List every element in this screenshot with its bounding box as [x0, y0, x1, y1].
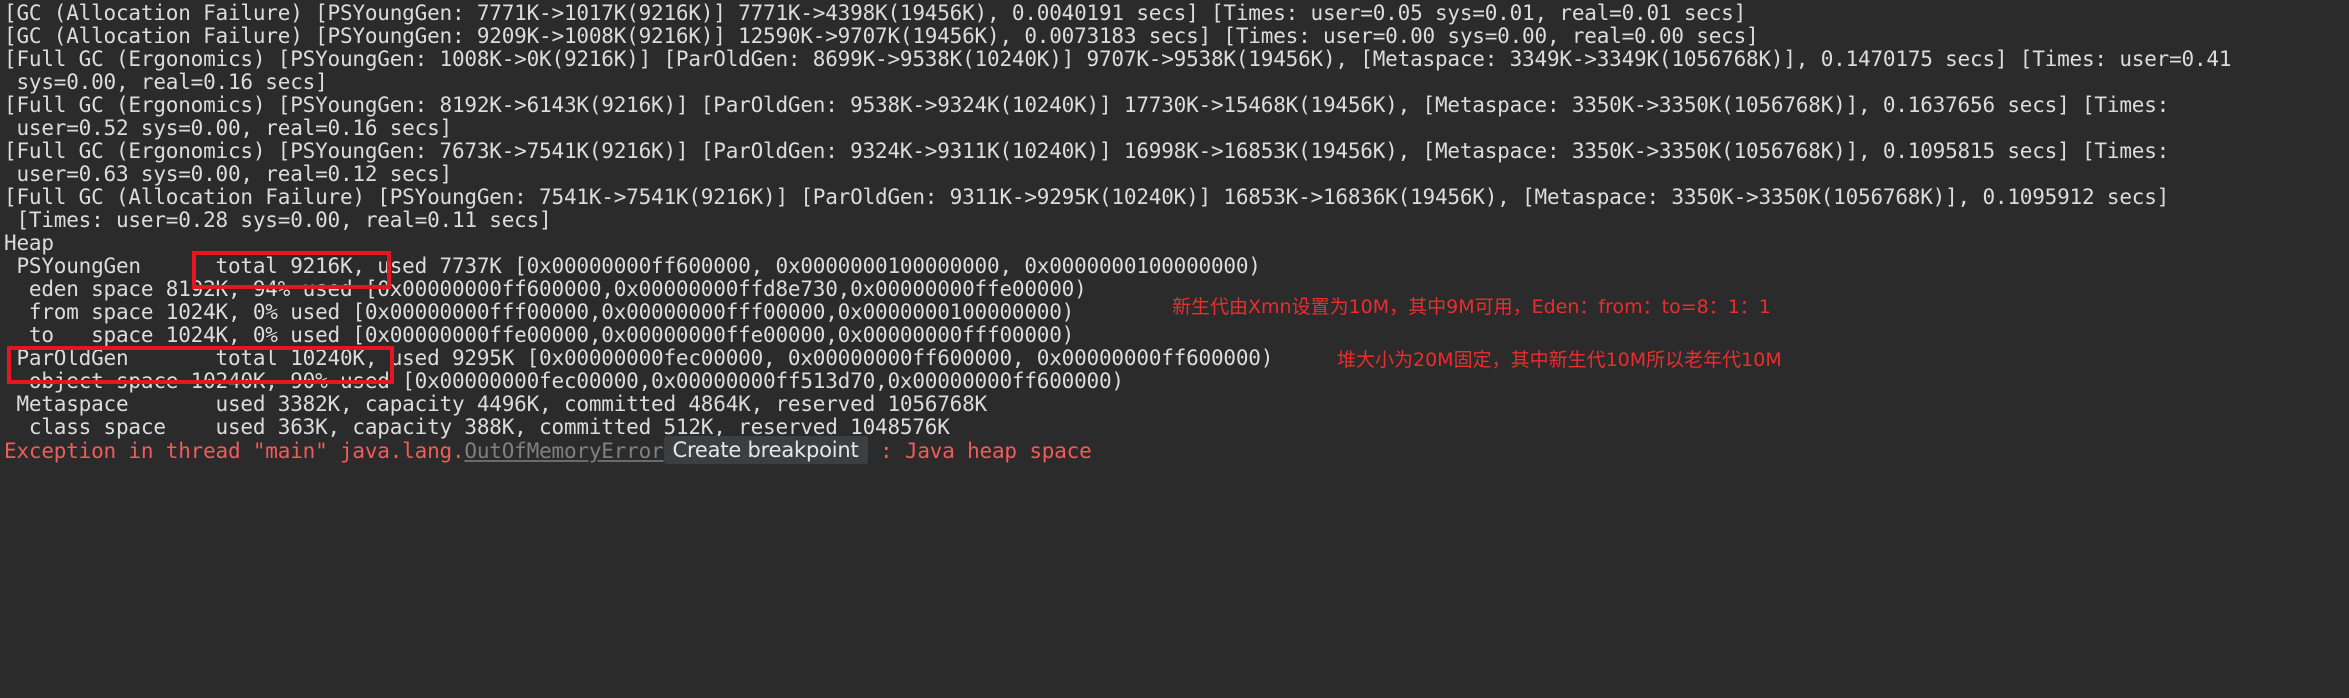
- create-breakpoint-button[interactable]: Create breakpoint: [663, 436, 868, 464]
- young-gen-annotation: 新生代由Xmn设置为10M，其中9M可用，Eden：from：to=8：1：1: [1172, 296, 1771, 318]
- exception-line: Exception in thread "main" java.lang.Out…: [4, 434, 1092, 468]
- exception-prefix: Exception in thread "main" java.lang.: [4, 439, 465, 463]
- log-line: [Full GC (Ergonomics) [PSYoungGen: 1008K…: [4, 47, 2232, 71]
- exception-class-link[interactable]: OutOfMemoryError: [464, 439, 663, 463]
- heap-size-annotation: 堆大小为20M固定，其中新生代10M所以老年代10M: [1337, 349, 1782, 371]
- highlight-old-total-box: [7, 346, 394, 384]
- log-line: [Times: user=0.28 sys=0.00, real=0.11 se…: [4, 208, 552, 232]
- exception-message: : Java heap space: [867, 439, 1092, 463]
- highlight-young-total-box: [192, 251, 391, 289]
